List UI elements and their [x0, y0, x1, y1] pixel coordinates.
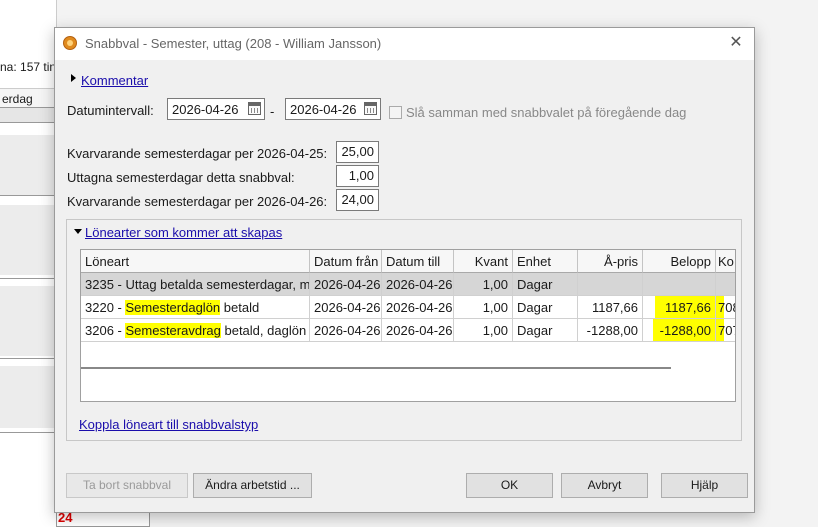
- close-button[interactable]: ✕: [724, 32, 748, 54]
- unit-price-cell: -1288,00: [578, 319, 643, 342]
- dialog-titlebar: Snabbval - Semester, uttag (208 - Willia…: [55, 28, 754, 60]
- date-from-field[interactable]: 2026-04-26: [167, 98, 265, 120]
- background-row-line: [0, 432, 56, 433]
- date-from-cell: 2026-04-26: [310, 296, 382, 319]
- account-cell: [716, 273, 735, 296]
- background-row-line: [0, 358, 56, 359]
- column-header[interactable]: Belopp: [643, 250, 716, 273]
- background-row-line: [0, 195, 56, 196]
- calendar-icon[interactable]: [248, 102, 261, 115]
- background-row-line: [0, 278, 56, 279]
- table-row[interactable]: 3235 - Uttag betalda semesterdagar, mån …: [81, 273, 735, 296]
- remaining-after-label: Kvarvarande semesterdagar per 2026-04-26…: [67, 194, 328, 209]
- date-from-value: 2026-04-26: [172, 102, 239, 117]
- expand-triangle-icon[interactable]: [71, 74, 76, 82]
- column-header[interactable]: Datum till: [382, 250, 454, 273]
- app-logo-icon: [63, 36, 77, 50]
- background-row: [0, 108, 56, 122]
- comment-link[interactable]: Kommentar: [81, 73, 148, 88]
- close-icon: ✕: [729, 34, 743, 51]
- date-to-cell: 2026-04-26: [382, 296, 454, 319]
- column-header[interactable]: Löneart: [81, 250, 310, 273]
- date-from-cell: 2026-04-26: [310, 273, 382, 296]
- unit-cell: Dagar: [513, 296, 578, 319]
- connect-wage-type-link[interactable]: Koppla löneart till snabbvalstyp: [79, 417, 258, 432]
- wage-types-toggle-link[interactable]: Lönearter som kommer att skapas: [85, 225, 282, 240]
- table-row[interactable]: 3206 - Semesteravdrag betald, daglön 202…: [81, 319, 735, 342]
- background-row: [0, 286, 56, 356]
- highlight-marker: Semesteravdrag: [125, 323, 221, 338]
- remaining-before-value: 25,00: [336, 141, 379, 163]
- column-header[interactable]: Å-pris: [578, 250, 643, 273]
- unit-cell: Dagar: [513, 273, 578, 296]
- column-header[interactable]: Datum från: [310, 250, 382, 273]
- account-cell: 707: [716, 319, 735, 342]
- remaining-before-label: Kvarvarande semesterdagar per 2026-04-25…: [67, 146, 328, 161]
- quantity-cell: 1,00: [454, 273, 513, 296]
- background-row: [0, 135, 56, 195]
- wage-type-cell: 3235 - Uttag betalda semesterdagar, mån: [81, 273, 310, 296]
- unit-price-cell: 1187,66: [578, 296, 643, 319]
- amount-cell: -1288,00: [643, 319, 716, 342]
- highlight-marker: Semesterdaglön: [125, 300, 221, 315]
- unit-cell: Dagar: [513, 319, 578, 342]
- quantity-cell: 1,00: [454, 296, 513, 319]
- background-row: [0, 205, 56, 275]
- remaining-after-value: 24,00: [336, 189, 379, 211]
- collapse-triangle-icon[interactable]: [74, 229, 82, 234]
- amount-cell: 1187,66: [643, 296, 716, 319]
- date-to-field[interactable]: 2026-04-26: [285, 98, 381, 120]
- help-button[interactable]: Hjälp: [661, 473, 748, 498]
- wage-types-table: Löneart Datum från Datum till Kvant Enhe…: [80, 249, 736, 402]
- date-from-cell: 2026-04-26: [310, 319, 382, 342]
- change-worktime-button[interactable]: Ändra arbetstid ...: [193, 473, 312, 498]
- column-header[interactable]: Ko: [716, 250, 735, 273]
- date-separator: -: [270, 104, 275, 119]
- merge-checkbox[interactable]: [389, 106, 402, 119]
- background-column-header: erdag: [0, 88, 56, 108]
- date-to-cell: 2026-04-26: [382, 273, 454, 296]
- amount-cell: [643, 273, 716, 296]
- date-to-value: 2026-04-26: [290, 102, 357, 117]
- column-header[interactable]: Enhet: [513, 250, 578, 273]
- merge-checkbox-label: Slå samman med snabbvalet på föregående …: [406, 105, 687, 120]
- delete-quick-choice-button[interactable]: Ta bort snabbval: [66, 473, 188, 498]
- column-header[interactable]: Kvant: [454, 250, 513, 273]
- table-row[interactable]: 3220 - Semesterdaglön betald 2026-04-26 …: [81, 296, 735, 319]
- horizontal-scrollbar[interactable]: [81, 367, 671, 369]
- background-count-text: na: 157 tin: [0, 60, 57, 74]
- date-interval-label: Datumintervall:: [67, 103, 154, 118]
- table-header-row: Löneart Datum från Datum till Kvant Enhe…: [81, 250, 735, 273]
- quantity-cell: 1,00: [454, 319, 513, 342]
- date-to-cell: 2026-04-26: [382, 319, 454, 342]
- wage-type-cell: 3220 - Semesterdaglön betald: [81, 296, 310, 319]
- cancel-button[interactable]: Avbryt: [561, 473, 648, 498]
- wage-type-cell: 3206 - Semesteravdrag betald, daglön: [81, 319, 310, 342]
- unit-price-cell: [578, 273, 643, 296]
- wage-types-group: Lönearter som kommer att skapas Löneart …: [66, 219, 742, 441]
- dialog-title: Snabbval - Semester, uttag (208 - Willia…: [85, 36, 382, 51]
- quick-choice-dialog: Snabbval - Semester, uttag (208 - Willia…: [54, 27, 755, 513]
- background-row: [0, 366, 56, 428]
- ok-button[interactable]: OK: [466, 473, 553, 498]
- background-row-line: [0, 122, 56, 123]
- account-cell: 708: [716, 296, 735, 319]
- taken-days-label: Uttagna semesterdagar detta snabbval:: [67, 170, 295, 185]
- calendar-icon[interactable]: [364, 102, 377, 115]
- taken-days-value: 1,00: [336, 165, 379, 187]
